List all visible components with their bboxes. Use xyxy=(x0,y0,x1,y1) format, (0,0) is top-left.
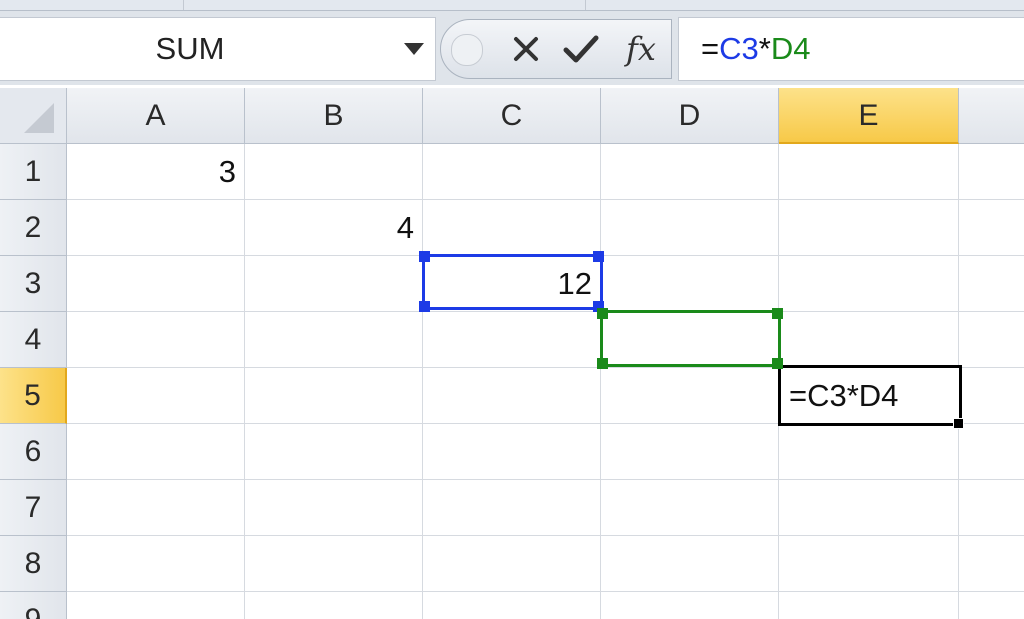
grid-cell[interactable] xyxy=(423,592,601,619)
reference-handle[interactable] xyxy=(593,251,604,262)
worksheet-grid: A B C D E 1 2 3 4 5 6 7 8 9 3 4 12 =C3*D… xyxy=(0,88,1024,619)
reference-handle[interactable] xyxy=(772,308,783,319)
checkmark-icon[interactable] xyxy=(559,29,603,69)
column-header-d[interactable]: D xyxy=(601,88,779,144)
row-header-9[interactable]: 9 xyxy=(0,592,67,619)
grid-cell[interactable] xyxy=(959,256,1024,312)
cell-a1[interactable]: 3 xyxy=(67,144,245,200)
grid-cell[interactable] xyxy=(779,480,959,536)
cell-e5-editing[interactable]: =C3*D4 xyxy=(778,365,962,426)
grid-cell[interactable] xyxy=(423,200,601,256)
grid-cell[interactable] xyxy=(601,480,779,536)
chevron-down-icon[interactable] xyxy=(396,18,432,80)
select-all-triangle-icon xyxy=(24,103,54,133)
resize-grip-icon[interactable] xyxy=(451,34,483,66)
grid-cell[interactable] xyxy=(959,144,1024,200)
row-header-8[interactable]: 8 xyxy=(0,536,67,592)
formula-bar: SUM fx =C3*D4 xyxy=(0,11,1024,85)
formula-prefix: = xyxy=(701,31,720,66)
formula-ref-c3: C3 xyxy=(719,31,759,66)
grid-cell[interactable] xyxy=(245,256,423,312)
column-header-b[interactable]: B xyxy=(245,88,423,144)
grid-cell[interactable] xyxy=(601,368,779,424)
grid-cell[interactable] xyxy=(601,256,779,312)
grid-cell[interactable] xyxy=(959,536,1024,592)
grid-cell[interactable] xyxy=(67,536,245,592)
row-header-5[interactable]: 5 xyxy=(0,368,67,424)
row-header-2[interactable]: 2 xyxy=(0,200,67,256)
grid-cell[interactable] xyxy=(779,200,959,256)
grid-cell[interactable] xyxy=(779,536,959,592)
grid-cell[interactable] xyxy=(601,200,779,256)
name-box[interactable]: SUM xyxy=(0,17,436,81)
grid-cell[interactable] xyxy=(601,424,779,480)
row-header-4[interactable]: 4 xyxy=(0,312,67,368)
fx-icon[interactable]: fx xyxy=(617,29,665,69)
reference-handle[interactable] xyxy=(597,308,608,319)
grid-cell[interactable] xyxy=(423,424,601,480)
reference-handle[interactable] xyxy=(419,301,430,312)
grid-cell[interactable] xyxy=(67,368,245,424)
grid-cell[interactable] xyxy=(601,592,779,619)
select-all-button[interactable] xyxy=(0,88,67,144)
grid-cell[interactable] xyxy=(423,480,601,536)
formula-input[interactable]: =C3*D4 xyxy=(678,17,1024,81)
reference-handle[interactable] xyxy=(597,358,608,369)
formula-operator: * xyxy=(758,31,771,66)
grid-cell[interactable] xyxy=(423,368,601,424)
formula-ref-d4: D4 xyxy=(770,31,811,66)
cell-b2[interactable]: 4 xyxy=(245,200,423,256)
grid-cell[interactable] xyxy=(601,144,779,200)
grid-cell[interactable] xyxy=(779,424,959,480)
grid-cell[interactable] xyxy=(67,424,245,480)
name-box-value[interactable]: SUM xyxy=(0,18,380,80)
grid-cell[interactable] xyxy=(67,592,245,619)
grid-cell[interactable] xyxy=(779,144,959,200)
grid-cell[interactable] xyxy=(779,312,959,368)
formula-buttons: fx xyxy=(440,19,672,79)
column-header-f[interactable] xyxy=(959,88,1024,144)
grid-cell[interactable] xyxy=(245,144,423,200)
row-header-6[interactable]: 6 xyxy=(0,424,67,480)
row-header-1[interactable]: 1 xyxy=(0,144,67,200)
grid-cell[interactable] xyxy=(67,256,245,312)
grid-cell[interactable] xyxy=(959,200,1024,256)
grid-cell[interactable] xyxy=(423,144,601,200)
close-icon[interactable] xyxy=(505,29,547,69)
grid-cell[interactable] xyxy=(779,592,959,619)
grid-cell[interactable] xyxy=(67,200,245,256)
reference-handle[interactable] xyxy=(419,251,430,262)
grid-cell[interactable] xyxy=(601,536,779,592)
grid-cell[interactable] xyxy=(959,368,1024,424)
grid-cell[interactable] xyxy=(245,592,423,619)
grid-cell[interactable] xyxy=(959,312,1024,368)
fill-handle[interactable] xyxy=(953,418,964,429)
grid-cell[interactable] xyxy=(245,536,423,592)
grid-cell[interactable] xyxy=(245,424,423,480)
row-header-7[interactable]: 7 xyxy=(0,480,67,536)
ribbon-separator xyxy=(585,0,586,10)
cell-c3[interactable]: 12 xyxy=(423,256,601,312)
row-header-3[interactable]: 3 xyxy=(0,256,67,312)
grid-cell[interactable] xyxy=(423,536,601,592)
grid-cell[interactable] xyxy=(245,312,423,368)
ribbon-separator xyxy=(183,0,184,10)
grid-cell[interactable] xyxy=(245,480,423,536)
grid-cell[interactable] xyxy=(959,592,1024,619)
grid-cell[interactable] xyxy=(245,368,423,424)
column-header-c[interactable]: C xyxy=(423,88,601,144)
grid-cell[interactable] xyxy=(959,480,1024,536)
grid-cell[interactable] xyxy=(67,312,245,368)
reference-handle[interactable] xyxy=(772,358,783,369)
grid-cell[interactable] xyxy=(423,312,601,368)
grid-cell[interactable] xyxy=(67,480,245,536)
column-header-a[interactable]: A xyxy=(67,88,245,144)
grid-cell[interactable] xyxy=(959,424,1024,480)
grid-cell[interactable] xyxy=(601,312,779,368)
column-header-e[interactable]: E xyxy=(779,88,959,144)
ribbon-strip xyxy=(0,0,1024,11)
grid-cell[interactable] xyxy=(779,256,959,312)
